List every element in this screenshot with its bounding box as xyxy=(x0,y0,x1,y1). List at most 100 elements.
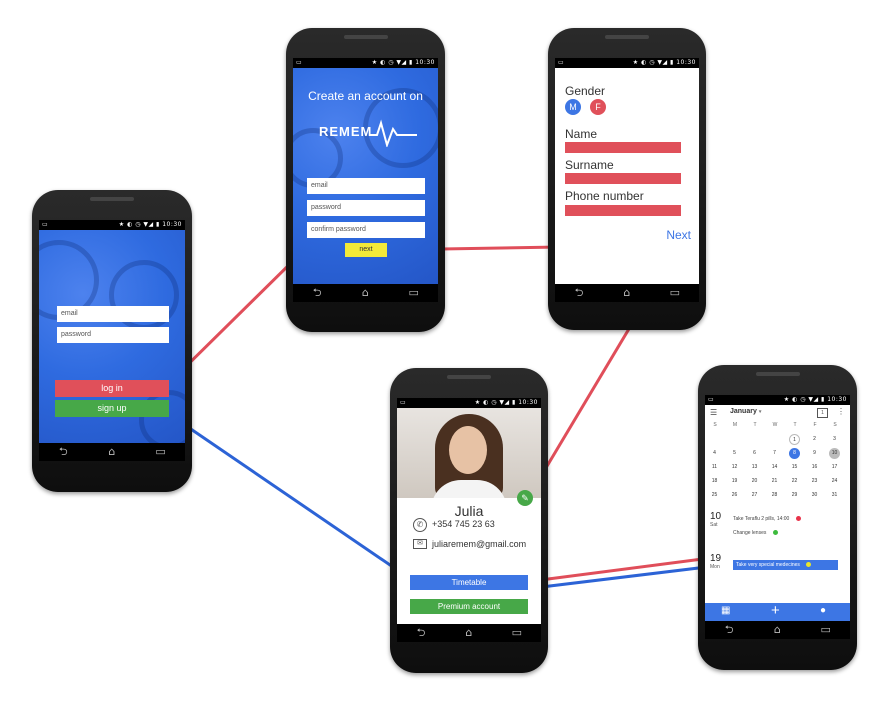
weekday-header: W xyxy=(772,422,778,428)
home-icon[interactable]: ⌂ xyxy=(753,621,801,639)
weekday-header: S xyxy=(713,422,717,428)
connector-signup-to-timetable xyxy=(159,406,413,582)
calendar-icon[interactable]: ▦ xyxy=(721,605,730,616)
calendar-day[interactable]: 15 xyxy=(789,462,800,473)
back-icon[interactable]: ⮌ xyxy=(293,284,341,302)
calendar-day[interactable]: 10 xyxy=(829,448,840,459)
nav-bar: ⮌ ⌂ ▭ xyxy=(293,284,438,302)
name-input[interactable] xyxy=(565,142,681,153)
back-icon[interactable]: ⮌ xyxy=(555,284,603,302)
month-label: January xyxy=(730,408,757,415)
calendar-day[interactable]: 8 xyxy=(789,448,800,459)
nav-bar: ⮌ ⌂ ▭ xyxy=(39,443,185,461)
recents-icon[interactable]: ▭ xyxy=(136,443,185,461)
phone-number-input[interactable] xyxy=(565,205,681,216)
calendar-day[interactable]: 13 xyxy=(749,462,760,473)
calendar-day[interactable]: 4 xyxy=(709,448,720,459)
calendar-day[interactable]: 5 xyxy=(729,448,740,459)
status-bar: ▭ ★ ◐ ◷ ▼◢ ▮ 10:30 xyxy=(397,398,541,408)
back-icon[interactable]: ⮌ xyxy=(705,621,753,639)
calendar-month[interactable]: January ▾ xyxy=(730,408,761,415)
calendar-day[interactable]: 28 xyxy=(769,490,780,501)
surname-label: Surname xyxy=(565,158,614,172)
premium-account-button[interactable]: Premium account xyxy=(410,599,528,614)
recents-icon[interactable]: ▭ xyxy=(493,624,541,642)
surname-input[interactable] xyxy=(565,173,681,184)
calendar-screen: ▭ ★ ◐ ◷ ▼◢ ▮ 10:30 ☰ January ▾ 1 ⋮ S M T W T F… xyxy=(705,395,850,639)
event-dot xyxy=(772,530,778,536)
recents-icon[interactable]: ▭ xyxy=(651,284,699,302)
calendar-day[interactable]: 25 xyxy=(709,490,720,501)
today-icon[interactable]: 1 xyxy=(817,408,828,418)
nav-bar: ⮌ ⌂ ▭ xyxy=(397,624,541,642)
login-button[interactable]: log in xyxy=(55,380,169,397)
more-options-icon[interactable]: ⋮ xyxy=(837,407,845,416)
password-input[interactable]: password xyxy=(57,327,169,343)
event-item[interactable]: Take very special medecines xyxy=(733,560,838,570)
calendar-bottom-bar: ▦ + ● xyxy=(705,602,850,621)
calendar-day[interactable]: 14 xyxy=(769,462,780,473)
calendar-day[interactable]: 20 xyxy=(749,476,760,487)
next-link[interactable]: Next xyxy=(666,228,691,242)
back-icon[interactable]: ⮌ xyxy=(39,443,88,461)
recents-icon[interactable]: ▭ xyxy=(390,284,438,302)
calendar-day[interactable]: 11 xyxy=(709,462,720,473)
home-icon[interactable]: ⌂ xyxy=(445,624,493,642)
calendar-day[interactable]: 19 xyxy=(729,476,740,487)
calendar-day[interactable]: 2 xyxy=(809,434,820,445)
login-screen: ▭ ★ ◐ ◷ ▼◢ ▮ 10:30 email password log in … xyxy=(39,220,185,461)
email-input[interactable]: email xyxy=(307,178,425,194)
next-button[interactable]: next xyxy=(345,243,387,257)
phone-speaker xyxy=(343,35,388,39)
confirm-password-input[interactable]: confirm password xyxy=(307,222,425,238)
event-text: Take very special medecines xyxy=(736,562,800,568)
home-icon[interactable]: ⌂ xyxy=(603,284,651,302)
recents-icon[interactable]: ▭ xyxy=(802,621,850,639)
calendar-day[interactable]: 23 xyxy=(809,476,820,487)
status-bar: ▭ ★ ◐ ◷ ▼◢ ▮ 10:30 xyxy=(293,58,438,68)
calendar-day[interactable]: 18 xyxy=(709,476,720,487)
photo-face xyxy=(449,426,487,474)
add-icon[interactable]: + xyxy=(771,602,780,619)
calendar-day[interactable]: 17 xyxy=(829,462,840,473)
calendar-day[interactable]: 21 xyxy=(769,476,780,487)
event-date: 10 Sat xyxy=(710,512,721,529)
signup-button[interactable]: sign up xyxy=(55,400,169,417)
profile-phone: +354 745 23 63 xyxy=(432,519,495,529)
phone-speaker xyxy=(90,197,134,201)
gender-m-button[interactable]: M xyxy=(565,99,581,115)
menu-icon[interactable]: ☰ xyxy=(710,408,717,417)
profile-screen: ▭ ★ ◐ ◷ ▼◢ ▮ 10:30 ✎ Julia ✆ +354 745 23 … xyxy=(397,398,541,642)
event-item[interactable]: Take Teraflu 2 pills, 14:00 xyxy=(733,516,801,522)
calendar-day[interactable]: 27 xyxy=(749,490,760,501)
timetable-button[interactable]: Timetable xyxy=(410,575,528,590)
calendar-day[interactable]: 31 xyxy=(829,490,840,501)
calendar-day[interactable]: 22 xyxy=(789,476,800,487)
calendar-day[interactable]: 1 xyxy=(789,434,800,445)
event-date: 19 Mon xyxy=(710,554,721,571)
calendar-day[interactable]: 9 xyxy=(809,448,820,459)
calendar-day[interactable]: 6 xyxy=(749,448,760,459)
email-input[interactable]: email xyxy=(57,306,169,322)
profile-icon[interactable]: ● xyxy=(820,605,826,616)
status-bar: ▭ ★ ◐ ◷ ▼◢ ▮ 10:30 xyxy=(39,220,185,230)
back-icon[interactable]: ⮌ xyxy=(397,624,445,642)
password-input[interactable]: password xyxy=(307,200,425,216)
calendar-day[interactable]: 7 xyxy=(769,448,780,459)
calendar-day[interactable]: 29 xyxy=(789,490,800,501)
calendar-day[interactable]: 3 xyxy=(829,434,840,445)
event-day-name: Mon xyxy=(710,564,720,570)
calendar-day[interactable]: 30 xyxy=(809,490,820,501)
home-icon[interactable]: ⌂ xyxy=(341,284,389,302)
calendar-day[interactable]: 16 xyxy=(809,462,820,473)
calendar-day[interactable]: 12 xyxy=(729,462,740,473)
phone-speaker xyxy=(447,375,491,379)
home-icon[interactable]: ⌂ xyxy=(88,443,137,461)
event-dot xyxy=(795,516,801,522)
nav-bar: ⮌ ⌂ ▭ xyxy=(705,621,850,639)
gender-f-button[interactable]: F xyxy=(590,99,606,115)
event-day-name: Sat xyxy=(710,522,718,528)
calendar-day[interactable]: 26 xyxy=(729,490,740,501)
event-item[interactable]: Change lenses xyxy=(733,530,778,536)
calendar-day[interactable]: 24 xyxy=(829,476,840,487)
